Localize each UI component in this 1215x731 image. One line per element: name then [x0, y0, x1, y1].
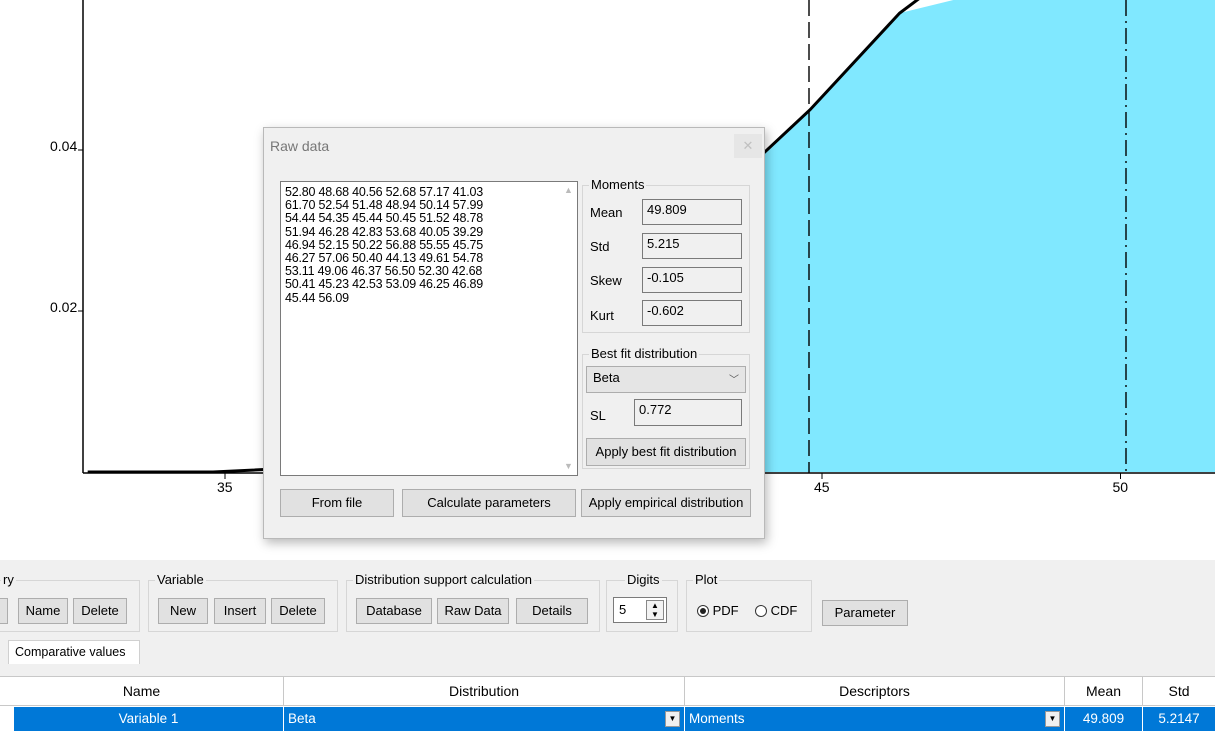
- apply-empirical-button[interactable]: Apply empirical distribution: [581, 489, 751, 517]
- moments-label: Moments: [589, 177, 647, 192]
- delete-variable-button[interactable]: Delete: [271, 598, 325, 624]
- apply-best-fit-button[interactable]: Apply best fit distribution: [586, 438, 746, 466]
- std-field[interactable]: 5.215: [642, 233, 742, 259]
- pdf-radio[interactable]: PDF: [697, 603, 739, 618]
- dropdown-arrow-icon[interactable]: ▼: [665, 711, 680, 727]
- plot-label: Plot: [693, 572, 720, 587]
- close-icon[interactable]: ✕: [734, 134, 762, 158]
- skew-label: Skew: [590, 273, 622, 288]
- cdf-radio[interactable]: CDF: [755, 603, 797, 618]
- y-tick-label: 0.04: [50, 138, 78, 154]
- spinner-arrows-icon[interactable]: ▲ ▼: [646, 600, 664, 620]
- table-row[interactable]: Variable 1 Beta ▼ Moments ▼ 49.809 5.214…: [0, 706, 1215, 731]
- distribution-support-label: Distribution support calculation: [353, 572, 535, 587]
- mean-field[interactable]: 49.809: [642, 199, 742, 225]
- control-panel: ry Name Delete Variable New Insert Delet…: [0, 560, 1215, 731]
- digits-spinner[interactable]: 5 ▲ ▼: [613, 597, 667, 623]
- parameter-button[interactable]: Parameter: [822, 600, 908, 626]
- sl-label: SL: [590, 408, 606, 423]
- header-std[interactable]: Std: [1143, 677, 1215, 705]
- header-mean[interactable]: Mean: [1065, 677, 1143, 705]
- radio-selected-icon: [697, 605, 709, 617]
- tab-comparative-values[interactable]: Comparative values: [8, 640, 140, 664]
- raw-data-textarea[interactable]: 52.80 48.68 40.56 52.68 57.17 41.03 61.7…: [280, 181, 578, 476]
- name-button[interactable]: Name: [18, 598, 68, 624]
- dropdown-arrow-icon[interactable]: ▼: [1045, 711, 1060, 727]
- std-label: Std: [590, 239, 610, 254]
- radio-empty-icon: [755, 605, 767, 617]
- x-tick-label: 45: [814, 479, 830, 495]
- variable-label: Variable: [155, 572, 206, 587]
- header-descriptors[interactable]: Descriptors: [685, 677, 1065, 705]
- calculate-parameters-button[interactable]: Calculate parameters: [402, 489, 576, 517]
- mean-label: Mean: [590, 205, 623, 220]
- cell-distribution-value: Beta: [288, 711, 316, 726]
- cdf-label: CDF: [770, 603, 798, 618]
- details-button[interactable]: Details: [516, 598, 588, 624]
- digits-value: 5: [619, 602, 627, 617]
- best-fit-label: Best fit distribution: [589, 346, 700, 361]
- y-tick-label: 0.02: [50, 299, 78, 315]
- shaded-area: [732, 0, 1215, 472]
- insert-variable-button[interactable]: Insert: [214, 598, 266, 624]
- scroll-up-icon[interactable]: ▲: [560, 182, 577, 199]
- cell-name[interactable]: Variable 1: [14, 707, 284, 731]
- raw-data-values: 52.80 48.68 40.56 52.68 57.17 41.03 61.7…: [285, 185, 484, 305]
- raw-data-dialog: Raw data ✕ 52.80 48.68 40.56 52.68 57.17…: [263, 127, 765, 539]
- new-variable-button[interactable]: New: [158, 598, 208, 624]
- delete-category-button[interactable]: Delete: [73, 598, 127, 624]
- header-distribution[interactable]: Distribution: [284, 677, 685, 705]
- x-tick-label: 35: [217, 479, 233, 495]
- chevron-down-icon: ﹀: [729, 375, 739, 386]
- from-file-button[interactable]: From file: [280, 489, 394, 517]
- database-button[interactable]: Database: [356, 598, 432, 624]
- kurt-label: Kurt: [590, 308, 614, 323]
- best-fit-select[interactable]: Beta ﹀: [586, 366, 746, 393]
- header-name[interactable]: Name: [0, 677, 284, 705]
- category-label: ry: [1, 572, 16, 587]
- best-fit-selected: Beta: [593, 370, 620, 385]
- grid-header: Name Distribution Descriptors Mean Std: [0, 676, 1215, 706]
- partial-button[interactable]: [0, 598, 8, 624]
- pdf-label: PDF: [712, 603, 739, 618]
- raw-data-button[interactable]: Raw Data: [437, 598, 509, 624]
- skew-field[interactable]: -0.105: [642, 267, 742, 293]
- cell-distribution[interactable]: Beta ▼: [284, 707, 685, 731]
- kurt-field[interactable]: -0.602: [642, 300, 742, 326]
- digits-label: Digits: [625, 572, 662, 587]
- dialog-title: Raw data: [270, 138, 330, 154]
- x-tick-label: 50: [1112, 479, 1129, 495]
- scroll-down-icon[interactable]: ▼: [560, 458, 577, 475]
- cell-std[interactable]: 5.2147: [1143, 707, 1215, 731]
- cell-descriptors-value: Moments: [689, 711, 745, 726]
- cell-mean[interactable]: 49.809: [1065, 707, 1143, 731]
- vertical-scrollbar[interactable]: ▲ ▼: [560, 182, 577, 475]
- cell-descriptors[interactable]: Moments ▼: [685, 707, 1065, 731]
- sl-field[interactable]: 0.772: [634, 399, 742, 426]
